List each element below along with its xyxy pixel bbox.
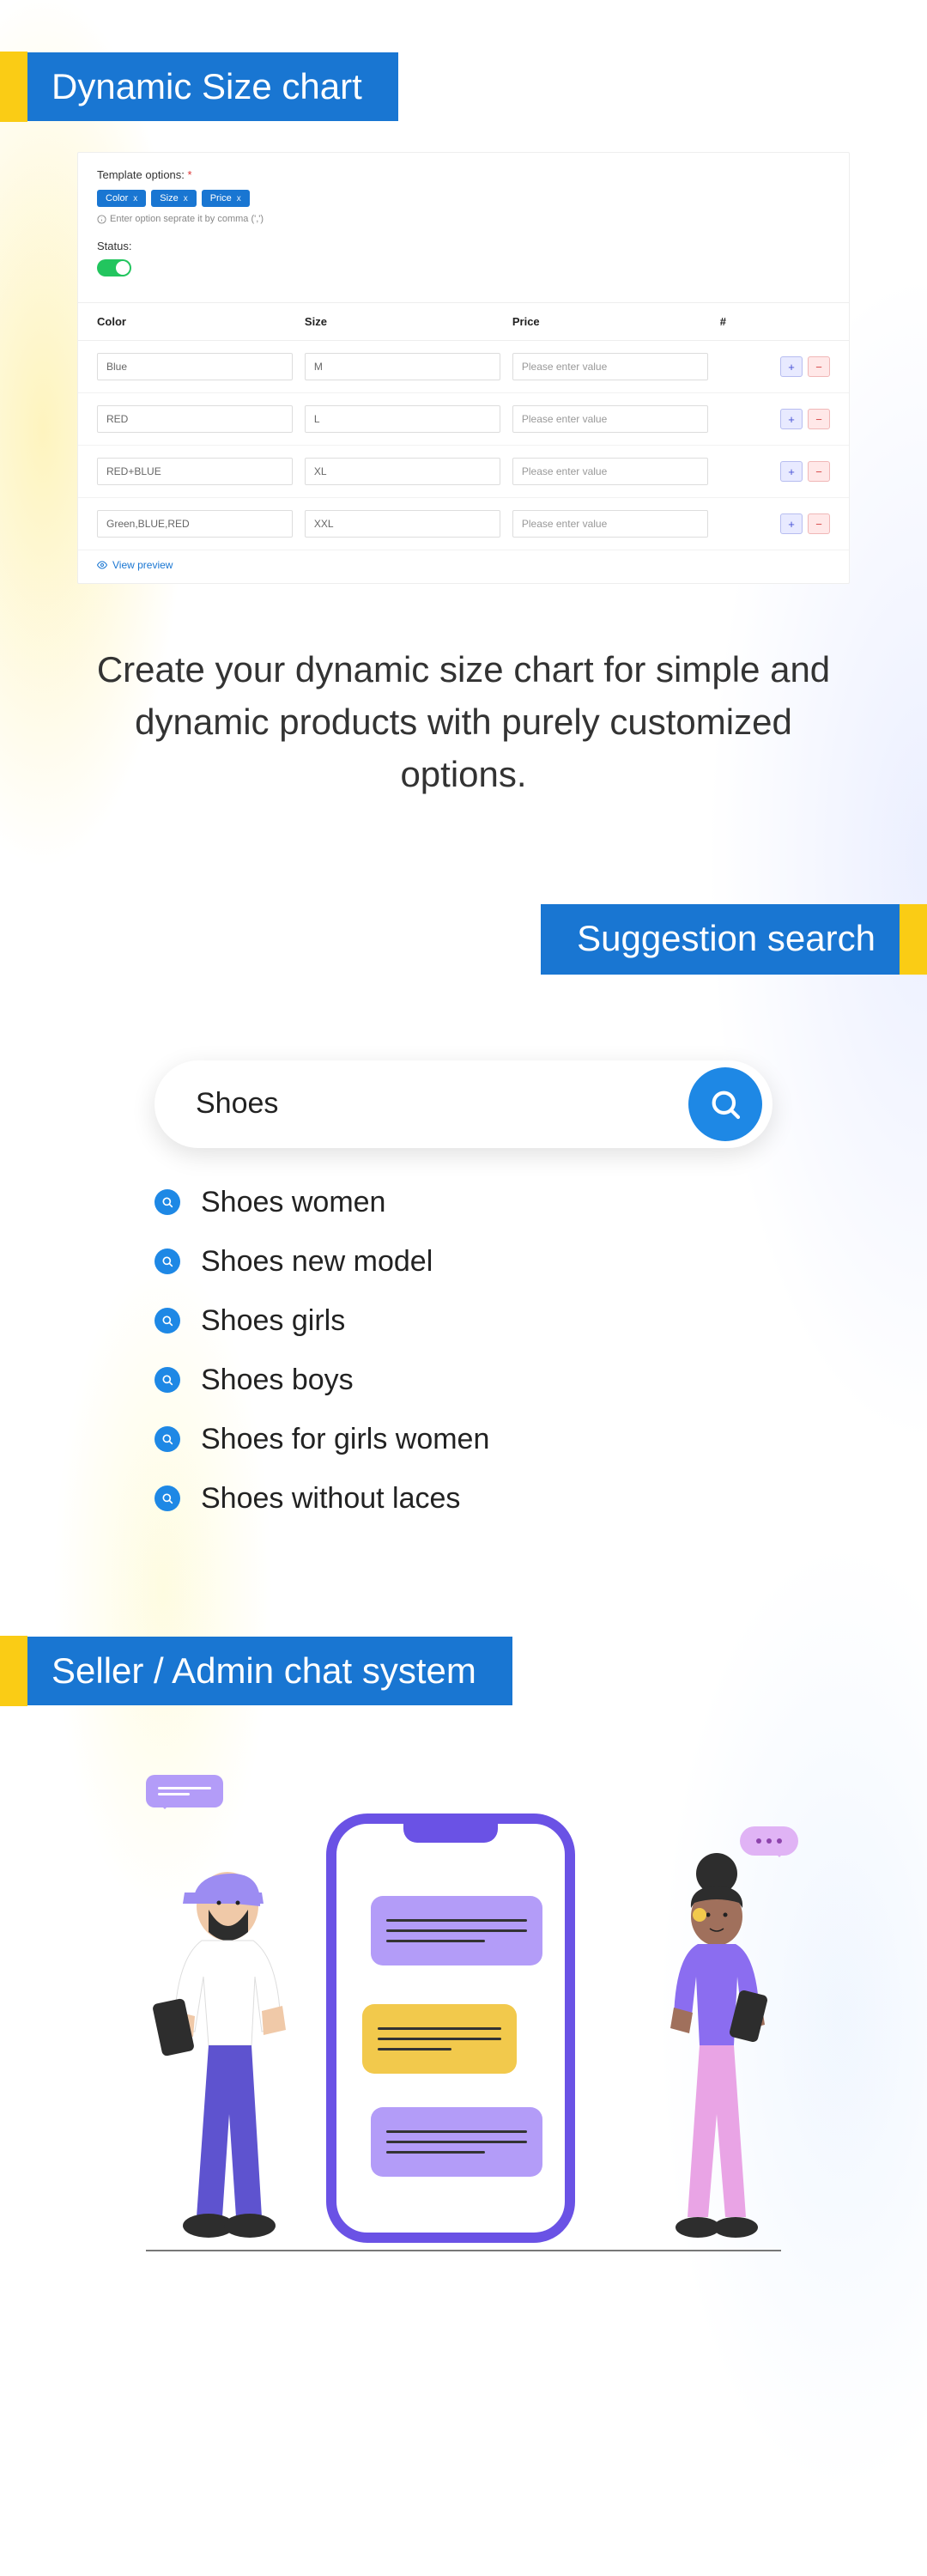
price-input[interactable]: Please enter value [512, 510, 708, 538]
tag-price[interactable]: Pricex [202, 190, 250, 207]
suggestion-item[interactable]: Shoes boys [154, 1364, 772, 1397]
section-title: Dynamic Size chart [27, 52, 398, 121]
suggestion-icon [154, 1426, 180, 1452]
section-description: Create your dynamic size chart for simpl… [86, 644, 841, 801]
chat-bubble-icon [146, 1775, 223, 1807]
suggestions-list: Shoes women Shoes new model Shoes girls … [154, 1186, 772, 1516]
suggestion-text: Shoes women [201, 1186, 385, 1219]
table-row: RED+BLUE XL Please enter value + − [78, 446, 849, 498]
chat-illustration [137, 1779, 790, 2277]
message-bubble-icon [371, 2107, 542, 2177]
remove-tag-icon[interactable]: x [133, 194, 137, 204]
message-bubble-icon [371, 1896, 542, 1965]
add-row-button[interactable]: + [780, 513, 803, 534]
remove-row-button[interactable]: − [808, 513, 830, 534]
price-input[interactable]: Please enter value [512, 405, 708, 433]
col-action: # [720, 315, 830, 328]
price-input[interactable]: Please enter value [512, 353, 708, 380]
size-chart-panel: Template options: * Colorx Sizex Pricex … [77, 152, 850, 584]
section-header-chat-system: Seller / Admin chat system [0, 1636, 512, 1706]
tag-color[interactable]: Colorx [97, 190, 146, 207]
table-header: Color Size Price # [78, 302, 849, 341]
search-icon [161, 1255, 174, 1268]
add-row-button[interactable]: + [780, 461, 803, 482]
tag-size[interactable]: Sizex [151, 190, 196, 207]
suggestion-item[interactable]: Shoes without laces [154, 1482, 772, 1516]
suggestion-icon [154, 1189, 180, 1215]
suggestion-text: Shoes new model [201, 1245, 433, 1279]
search-icon [708, 1087, 742, 1121]
color-input[interactable]: Blue [97, 353, 293, 380]
size-input[interactable]: M [305, 353, 500, 380]
section-header-dynamic-size-chart: Dynamic Size chart [0, 52, 398, 122]
suggestion-item[interactable]: Shoes girls [154, 1304, 772, 1338]
search-icon [161, 1492, 174, 1505]
person-seller-illustration [133, 1839, 313, 2251]
add-row-button[interactable]: + [780, 409, 803, 429]
color-input[interactable]: Green,BLUE,RED [97, 510, 293, 538]
price-input[interactable]: Please enter value [512, 458, 708, 485]
suggestion-icon [154, 1485, 180, 1511]
hint-text: Enter option seprate it by comma (',') [97, 214, 830, 224]
eye-icon [97, 560, 107, 570]
color-input[interactable]: RED+BLUE [97, 458, 293, 485]
suggestion-item[interactable]: Shoes for girls women [154, 1423, 772, 1456]
col-color: Color [97, 315, 293, 328]
message-bubble-icon [362, 2004, 517, 2074]
status-label: Status: [97, 240, 830, 252]
status-toggle[interactable] [97, 259, 131, 276]
section-title: Seller / Admin chat system [27, 1637, 512, 1705]
accent-stripe [900, 904, 927, 975]
accent-stripe [0, 1636, 27, 1706]
table-row: Green,BLUE,RED XXL Please enter value + … [78, 498, 849, 550]
remove-row-button[interactable]: − [808, 356, 830, 377]
suggestion-icon [154, 1308, 180, 1334]
add-row-button[interactable]: + [780, 356, 803, 377]
search-bar[interactable]: Shoes [154, 1060, 772, 1148]
suggestion-text: Shoes without laces [201, 1482, 460, 1516]
remove-tag-icon[interactable]: x [184, 194, 188, 204]
col-price: Price [512, 315, 708, 328]
col-size: Size [305, 315, 500, 328]
color-input[interactable]: RED [97, 405, 293, 433]
table-row: Blue M Please enter value + − [78, 341, 849, 393]
search-input[interactable]: Shoes [196, 1087, 688, 1121]
template-option-tags: Colorx Sizex Pricex [97, 190, 830, 207]
suggestion-icon [154, 1367, 180, 1393]
table-row: RED L Please enter value + − [78, 393, 849, 446]
search-button[interactable] [688, 1067, 762, 1141]
size-input[interactable]: XL [305, 458, 500, 485]
suggestion-text: Shoes girls [201, 1304, 345, 1338]
size-input[interactable]: L [305, 405, 500, 433]
person-admin-illustration [648, 1848, 794, 2251]
search-icon [161, 1314, 174, 1327]
remove-row-button[interactable]: − [808, 409, 830, 429]
suggestion-icon [154, 1249, 180, 1274]
size-input[interactable]: XXL [305, 510, 500, 538]
accent-stripe [0, 52, 27, 122]
suggestion-text: Shoes boys [201, 1364, 354, 1397]
search-icon [161, 1432, 174, 1446]
search-icon [161, 1373, 174, 1387]
template-options-label: Template options: * [97, 168, 830, 181]
search-icon [161, 1195, 174, 1209]
suggestion-text: Shoes for girls women [201, 1423, 489, 1456]
suggestion-item[interactable]: Shoes new model [154, 1245, 772, 1279]
phone-illustration [326, 1814, 575, 2243]
section-title: Suggestion search [541, 904, 900, 975]
remove-row-button[interactable]: − [808, 461, 830, 482]
section-header-suggestion-search: Suggestion search [0, 904, 927, 975]
info-icon [97, 215, 106, 224]
view-preview-link[interactable]: View preview [78, 550, 849, 583]
remove-tag-icon[interactable]: x [237, 194, 241, 204]
suggestion-item[interactable]: Shoes women [154, 1186, 772, 1219]
